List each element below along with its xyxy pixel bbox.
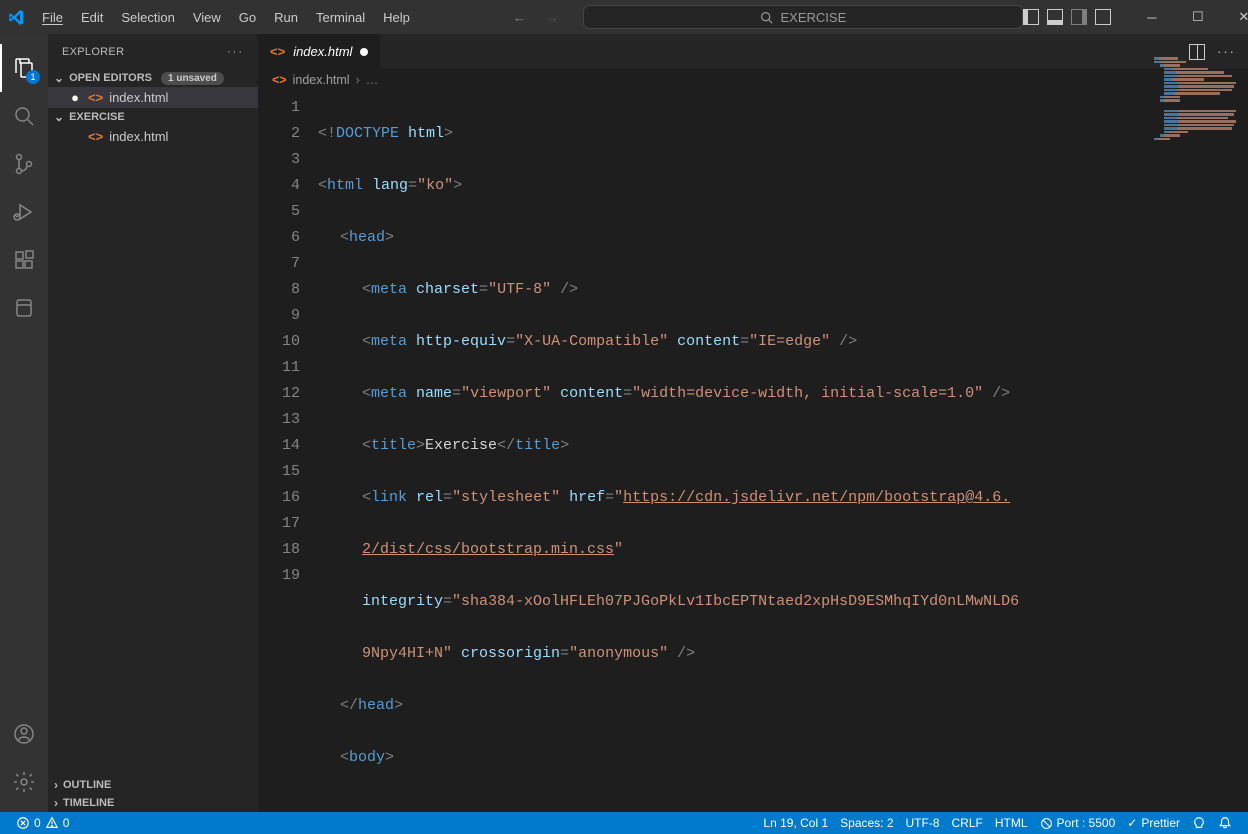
- activity-search[interactable]: [0, 92, 48, 140]
- status-prettier[interactable]: ✓ Prettier: [1121, 816, 1186, 830]
- timeline-header[interactable]: › TIMELINE: [48, 794, 258, 812]
- menu-bar: File Edit Selection View Go Run Terminal…: [34, 6, 418, 29]
- chevron-right-icon: ›: [54, 796, 58, 810]
- menu-view[interactable]: View: [185, 6, 229, 29]
- status-eol[interactable]: CRLF: [946, 816, 989, 830]
- html-file-icon: <>: [272, 73, 287, 87]
- menu-terminal[interactable]: Terminal: [308, 6, 373, 29]
- check-icon: ✓: [1127, 816, 1137, 830]
- vscode-logo-icon: [8, 9, 24, 25]
- status-encoding[interactable]: UTF-8: [900, 816, 946, 830]
- html-file-icon: <>: [270, 44, 285, 59]
- chevron-right-icon: ›: [54, 778, 58, 792]
- outline-label: OUTLINE: [63, 779, 111, 791]
- menu-go[interactable]: Go: [231, 6, 264, 29]
- titlebar: File Edit Selection View Go Run Terminal…: [0, 0, 1248, 34]
- editor-area: <> index.html ··· <> index.html › … 1234…: [258, 34, 1248, 812]
- status-port[interactable]: Port : 5500: [1034, 816, 1122, 830]
- tab-actions: ···: [1177, 34, 1248, 69]
- line-numbers: 12345678910111213141516171819: [258, 91, 318, 812]
- sidebar-header: EXPLORER ···: [48, 34, 258, 69]
- activity-settings[interactable]: [0, 758, 48, 806]
- explorer-badge: 1: [26, 70, 40, 84]
- menu-file[interactable]: File: [34, 6, 71, 29]
- breadcrumb-file: index.html: [293, 73, 350, 87]
- workspace-label: EXERCISE: [69, 111, 125, 123]
- close-button[interactable]: ✕: [1221, 0, 1248, 34]
- status-ln-col[interactable]: Ln 19, Col 1: [757, 816, 834, 830]
- dirty-indicator-icon: [360, 48, 368, 56]
- layout-custom-icon[interactable]: [1095, 9, 1111, 25]
- maximize-button[interactable]: ☐: [1175, 0, 1221, 34]
- activity-explorer[interactable]: 1: [0, 44, 48, 92]
- command-center[interactable]: EXERCISE: [583, 5, 1023, 29]
- chevron-down-icon: ⌄: [54, 110, 64, 124]
- breadcrumb-separator: ›: [356, 73, 360, 87]
- menu-selection[interactable]: Selection: [113, 6, 182, 29]
- split-editor-icon[interactable]: [1189, 44, 1205, 60]
- activity-extensions[interactable]: [0, 236, 48, 284]
- activity-bar: 1: [0, 34, 48, 812]
- status-spaces[interactable]: Spaces: 2: [834, 816, 899, 830]
- layout-right-icon[interactable]: [1071, 9, 1087, 25]
- timeline-label: TIMELINE: [63, 797, 114, 809]
- activity-source-control[interactable]: [0, 140, 48, 188]
- code-editor[interactable]: 12345678910111213141516171819 <!DOCTYPE …: [258, 91, 1248, 812]
- outline-header[interactable]: › OUTLINE: [48, 776, 258, 794]
- tab-label: index.html: [293, 44, 352, 59]
- workspace-header[interactable]: ⌄ EXERCISE: [48, 108, 258, 126]
- status-language[interactable]: HTML: [989, 816, 1034, 830]
- chevron-down-icon: ⌄: [54, 71, 64, 85]
- activity-debug[interactable]: [0, 188, 48, 236]
- html-file-icon: <>: [88, 129, 103, 144]
- layout-bottom-icon[interactable]: [1047, 9, 1063, 25]
- search-text: EXERCISE: [781, 10, 847, 25]
- open-editors-header[interactable]: ⌄ OPEN EDITORS 1 unsaved: [48, 69, 258, 87]
- editor-tabs: <> index.html ···: [258, 34, 1248, 69]
- unsaved-badge: 1 unsaved: [161, 72, 224, 85]
- status-bar: 0 0 Ln 19, Col 1 Spaces: 2 UTF-8 CRLF HT…: [0, 812, 1248, 834]
- window-controls: ─ ☐ ✕: [1129, 0, 1248, 34]
- minimize-button[interactable]: ─: [1129, 0, 1175, 34]
- file-item[interactable]: <> index.html: [48, 126, 258, 147]
- nav-forward-icon[interactable]: →: [546, 10, 559, 25]
- layout-left-icon[interactable]: [1023, 9, 1039, 25]
- nav-back-icon[interactable]: ←: [513, 10, 526, 25]
- status-errors[interactable]: 0 0: [10, 812, 75, 834]
- nav-arrows: ← →: [513, 10, 559, 25]
- open-editor-label: index.html: [109, 90, 168, 105]
- menu-run[interactable]: Run: [266, 6, 306, 29]
- sidebar-title: EXPLORER: [62, 46, 124, 58]
- more-actions-icon[interactable]: ···: [1217, 44, 1236, 59]
- breadcrumbs[interactable]: <> index.html › …: [258, 69, 1248, 91]
- menu-edit[interactable]: Edit: [73, 6, 111, 29]
- menu-help[interactable]: Help: [375, 6, 418, 29]
- activity-remote[interactable]: [0, 284, 48, 332]
- layout-controls: [1023, 9, 1111, 25]
- breadcrumb-more: …: [366, 73, 379, 87]
- status-feedback[interactable]: [1186, 816, 1212, 830]
- html-file-icon: <>: [88, 90, 103, 105]
- status-notifications[interactable]: [1212, 816, 1238, 830]
- code-content[interactable]: <!DOCTYPE html> <html lang="ko"> <head> …: [318, 91, 1248, 812]
- sidebar-more-icon[interactable]: ···: [227, 46, 244, 58]
- tab-index-html[interactable]: <> index.html: [258, 34, 381, 69]
- dirty-dot-icon: ●: [68, 90, 82, 105]
- open-editor-item[interactable]: ● <> index.html: [48, 87, 258, 108]
- open-editors-label: OPEN EDITORS: [69, 72, 152, 84]
- sidebar: EXPLORER ··· ⌄ OPEN EDITORS 1 unsaved ● …: [48, 34, 258, 812]
- activity-account[interactable]: [0, 710, 48, 758]
- file-item-label: index.html: [109, 129, 168, 144]
